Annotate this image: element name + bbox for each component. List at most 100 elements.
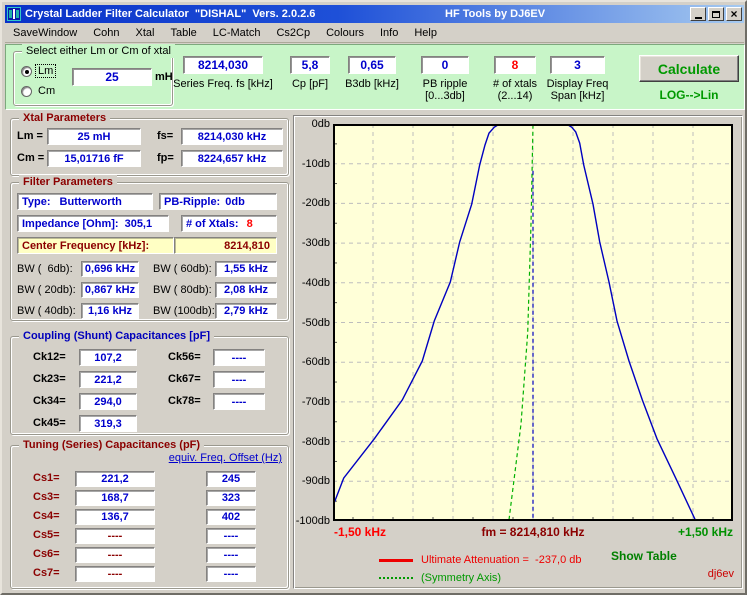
y-tick--90db: -90db (301, 475, 330, 488)
menu-item-cohn[interactable]: Cohn (85, 25, 127, 41)
cm-label: Cm = (17, 152, 45, 164)
tuning-label-Cs6: Cs6= (33, 548, 60, 560)
legend-ultimate-attenuation: Ultimate Attenuation = -237,0 db (421, 554, 582, 566)
center-frequency-value-box: 8214,810 (174, 237, 277, 254)
fs-display: 8214,030 kHz (181, 128, 283, 145)
xtal-parameters-title: Xtal Parameters (19, 111, 111, 125)
minimize-icon (694, 16, 702, 19)
calculate-button[interactable]: Calculate (639, 55, 739, 82)
radio-lm-label[interactable]: Lm (34, 64, 57, 78)
radio-cm[interactable] (21, 86, 32, 97)
tuning-offset-text: ---- (223, 568, 239, 580)
top-field-b3db-khz-[interactable] (348, 56, 396, 74)
coupling-value-text: 107,2 (94, 351, 122, 364)
y-tick--10db: -10db (301, 157, 330, 170)
y-tick-0db: 0db (311, 118, 330, 130)
tuning-value-2: 136,7 (75, 509, 155, 525)
tuning-value-text: ---- (107, 530, 123, 542)
window-title: Crystal Ladder Filter Calculator "DISHAL… (25, 8, 316, 20)
bw-value-text: 0,867 kHz (84, 284, 136, 296)
bw-value-text: 0,696 kHz (84, 263, 136, 275)
log-lin-toggle[interactable]: LOG-->Lin (639, 88, 739, 102)
tuning-offset-text: 402 (221, 511, 241, 523)
menu-item-xtal[interactable]: Xtal (128, 25, 163, 41)
coupling-label-Ck34: Ck34= (33, 395, 66, 407)
bw-value-text: 2,79 kHz (223, 305, 269, 317)
minimize-button[interactable] (690, 7, 706, 21)
lm-value-input[interactable] (72, 68, 152, 86)
show-table-button[interactable]: Show Table (611, 549, 677, 563)
menu-item-lc-match[interactable]: LC-Match (205, 25, 269, 41)
maximize-button[interactable] (708, 7, 724, 21)
coupling-capacitances-panel: Coupling (Shunt) Capacitances [pF] Ck12=… (10, 329, 289, 435)
bw-value-1-left: 0,867 kHz (81, 282, 139, 298)
crystal-icon (13, 9, 15, 19)
coupling-value-3: 319,3 (79, 415, 137, 432)
top-field--of-xtals[interactable] (494, 56, 536, 74)
cm-display: 15,01716 fF (47, 150, 141, 167)
tuning-offset-3: ---- (206, 528, 256, 544)
tuning-value-4: ---- (75, 547, 155, 563)
impedance-display: Impedance [Ohm]: 305,1 (17, 215, 169, 232)
lm-label: Lm = (17, 130, 43, 142)
fs-label: fs= (157, 130, 174, 142)
top-field-cp-pf-[interactable] (290, 56, 330, 74)
radio-lm[interactable] (21, 66, 32, 77)
author-watermark: dj6ev (707, 568, 734, 580)
menu-item-info[interactable]: Info (372, 25, 406, 41)
title-bar: Crystal Ladder Filter Calculator "DISHAL… (5, 5, 744, 23)
top-field-label-5: Display Freq Span [kHz] (546, 78, 609, 102)
menu-item-cs2cp[interactable]: Cs2Cp (268, 25, 318, 41)
lm-cm-groupbox: Select either Lm or Cm of xtal Lm Cm mH (13, 44, 175, 106)
coupling-value-r2: ---- (213, 393, 265, 410)
tuning-value-5: ---- (75, 566, 155, 582)
bw-value-2-right: 2,79 kHz (215, 303, 277, 319)
menu-item-table[interactable]: Table (162, 25, 204, 41)
top-field-series-freq-fs-khz-[interactable] (183, 56, 263, 74)
tuning-offset-4: ---- (206, 547, 256, 563)
top-field-pb-ripple[interactable] (421, 56, 469, 74)
maximize-icon (712, 10, 720, 18)
tuning-value-text: ---- (107, 549, 123, 561)
tuning-label-Cs7: Cs7= (33, 567, 60, 579)
legend-symmetry-axis: (Symmetry Axis) (421, 572, 502, 584)
menu-item-savewindow[interactable]: SaveWindow (5, 25, 85, 41)
coupling-label-Ck56: Ck56= (168, 351, 201, 363)
tuning-label-Cs4: Cs4= (33, 510, 60, 522)
coupling-value-text: ---- (231, 373, 247, 386)
close-button[interactable]: × (726, 7, 742, 21)
radio-cm-label[interactable]: Cm (36, 85, 57, 97)
app-icon (7, 7, 21, 21)
y-tick--30db: -30db (301, 237, 330, 250)
y-tick--60db: -60db (301, 356, 330, 369)
tuning-offset-text: 245 (221, 473, 241, 485)
tuning-value-text: ---- (107, 568, 123, 580)
y-tick--70db: -70db (301, 395, 330, 408)
bw-label-2-right: BW (100db): (153, 305, 215, 317)
y-tick--20db: -20db (301, 197, 330, 210)
filter-parameters-panel: Filter Parameters Type: Butterworth PB-R… (10, 175, 289, 321)
menu-item-help[interactable]: Help (406, 25, 445, 41)
coupling-title: Coupling (Shunt) Capacitances [pF] (19, 329, 214, 343)
x-label-left: -1,50 kHz (334, 525, 387, 539)
tuning-offset-1: 323 (206, 490, 256, 506)
groupbox-title: Select either Lm or Cm of xtal (22, 44, 175, 58)
chart-panel: 0db -10db -20db -30db -40db -50db -60db -70db -8… (293, 115, 743, 589)
menu-item-colours[interactable]: Colours (318, 25, 372, 41)
num-xtals-display: # of Xtals: 8 (181, 215, 277, 232)
tuning-title: Tuning (Series) Capacitances (pF) (19, 438, 205, 452)
top-field-display-freq[interactable] (550, 56, 605, 74)
bw-label-0-right: BW ( 60db): (153, 263, 212, 275)
ripple-display: PB-Ripple: 0db (159, 193, 277, 210)
y-tick--50db: -50db (301, 316, 330, 329)
tuning-value-0: 221,2 (75, 471, 155, 487)
bw-value-text: 1,55 kHz (223, 263, 269, 275)
x-label-center: fm = 8214,810 kHz (481, 525, 585, 539)
freq-offset-link[interactable]: equiv. Freq. Offset (Hz) (169, 452, 282, 464)
x-label-right: +1,50 kHz (677, 525, 733, 539)
app-window: Crystal Ladder Filter Calculator "DISHAL… (0, 0, 747, 595)
coupling-label-Ck12: Ck12= (33, 351, 66, 363)
type-display: Type: Butterworth (17, 193, 153, 210)
coupling-value-2: 294,0 (79, 393, 137, 410)
xtal-parameters-panel: Xtal Parameters Lm = 25 mH fs= 8214,030 … (10, 111, 289, 176)
